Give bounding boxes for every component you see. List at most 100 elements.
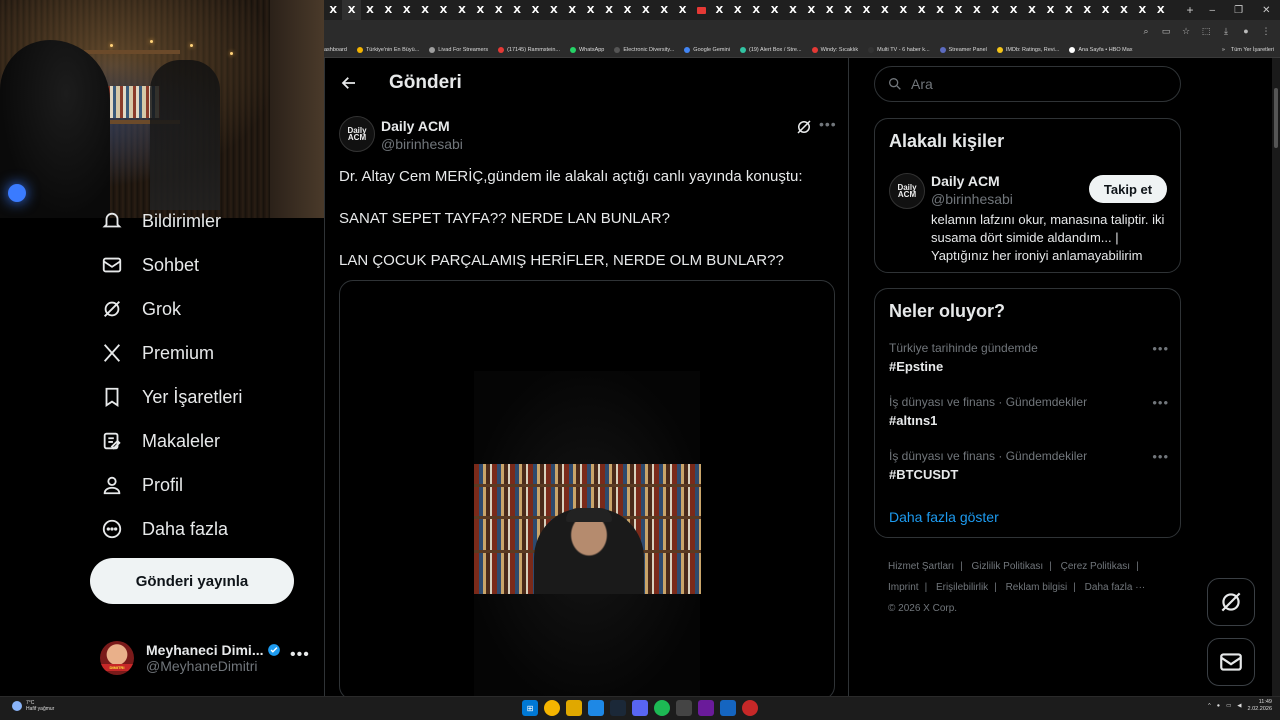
clock[interactable]: 11:49 2.02.2026	[1248, 699, 1272, 713]
nav-item-more[interactable]: Daha fazla	[100, 512, 228, 546]
trend-more-icon[interactable]: •••	[1152, 341, 1169, 356]
nav-item-bookmarks[interactable]: Yer İşaretleri	[100, 380, 242, 414]
grok-icon[interactable]	[795, 118, 813, 141]
bookmark-item[interactable]: IMDb: Ratings, Revi...	[996, 46, 1059, 53]
browser-tab[interactable]: X	[508, 0, 526, 20]
menu-icon[interactable]: ⋮	[1260, 25, 1272, 37]
account-switcher[interactable]: DIMITRI Meyhaneci Dimi... @MeyhaneDimitr…	[100, 638, 310, 678]
nav-item-profile[interactable]: Profil	[100, 468, 183, 502]
account-more-icon[interactable]: •••	[290, 646, 310, 664]
browser-tab[interactable]: X	[1096, 0, 1114, 20]
browser-tab[interactable]: X	[637, 0, 655, 20]
browser-tab[interactable]: X	[581, 0, 599, 20]
bookmark-item[interactable]: Multi TV - 6 haber k...	[868, 46, 930, 53]
browser-tab[interactable]: X	[857, 0, 875, 20]
post-button[interactable]: Gönderi yayınla	[90, 558, 294, 604]
browser-tab[interactable]: X	[398, 0, 416, 20]
footer-link[interactable]: Hizmet Şartları	[888, 561, 954, 572]
start-icon[interactable]: ⊞	[522, 700, 538, 716]
bookmark-item[interactable]: (19) Alert Box / Stre...	[739, 46, 802, 53]
browser-tab[interactable]: X	[1078, 0, 1096, 20]
follow-button[interactable]: Takip et	[1089, 175, 1167, 203]
post-author-handle[interactable]: @birinhesabi	[381, 136, 463, 152]
browser-tab[interactable]: X	[710, 0, 728, 20]
browser-tab[interactable]: X	[894, 0, 912, 20]
footer-link[interactable]: Daha fazla ···	[1085, 582, 1146, 593]
search-input[interactable]: Ara	[874, 66, 1181, 102]
browser-tab[interactable]: X	[839, 0, 857, 20]
browser-tab[interactable]: X	[876, 0, 894, 20]
nav-item-grok[interactable]: Grok	[100, 292, 181, 326]
browser-tab[interactable]: X	[453, 0, 471, 20]
post-more-icon[interactable]: •••	[819, 116, 837, 132]
browser-tab[interactable]: X	[342, 0, 361, 20]
browser-tab[interactable]: X	[361, 0, 379, 20]
bookmark-item[interactable]: Streamer Panel	[939, 46, 987, 53]
browser-tab[interactable]: X	[324, 0, 342, 20]
browser-tab[interactable]: X	[765, 0, 783, 20]
browser-tab[interactable]: X	[618, 0, 636, 20]
close-window-icon[interactable]: ✕	[1262, 5, 1270, 16]
browser-tab[interactable]: X	[747, 0, 765, 20]
app-icon[interactable]	[698, 700, 714, 716]
chrome-icon[interactable]	[544, 700, 560, 716]
browser-tab[interactable]: X	[968, 0, 986, 20]
all-bookmarks[interactable]: » Tüm Yer İşaretleri	[1222, 47, 1280, 53]
related-name[interactable]: Daily ACM	[931, 173, 1000, 189]
browser-tab[interactable]: X	[1041, 0, 1059, 20]
browser-tab[interactable]: X	[1023, 0, 1041, 20]
cast-icon[interactable]: ▭	[1160, 25, 1172, 37]
trend-item[interactable]: Türkiye tarihinde gündemde #Epstine •••	[889, 341, 1169, 374]
bookmark-item[interactable]: Türkiye'nin En Büyü...	[356, 46, 419, 53]
scrollbar-thumb[interactable]	[1274, 88, 1278, 148]
browser-tab[interactable]: X	[1152, 0, 1170, 20]
browser-tab[interactable]: X	[949, 0, 967, 20]
post-video[interactable]	[339, 280, 835, 700]
bookmark-item[interactable]: Google Gemini	[684, 46, 730, 53]
chevron-right-icon[interactable]: »	[1222, 47, 1225, 53]
folder-icon[interactable]	[566, 700, 582, 716]
browser-tab[interactable]: X	[416, 0, 434, 20]
post-author-name[interactable]: Daily ACM	[381, 118, 450, 134]
download-icon[interactable]: ⤓	[1220, 25, 1232, 37]
app-icon[interactable]	[588, 700, 604, 716]
footer-link[interactable]: Çerez Politikası	[1061, 561, 1130, 572]
trend-more-icon[interactable]: •••	[1152, 395, 1169, 410]
trend-more-icon[interactable]: •••	[1152, 449, 1169, 464]
browser-tab[interactable]: X	[673, 0, 691, 20]
restore-icon[interactable]: ❐	[1234, 5, 1243, 16]
profile-icon[interactable]: ●	[1240, 25, 1252, 37]
browser-tab[interactable]: X	[526, 0, 544, 20]
browser-tab[interactable]: X	[1004, 0, 1022, 20]
browser-tab[interactable]: X	[600, 0, 618, 20]
browser-tab[interactable]	[692, 0, 710, 20]
browser-tab[interactable]: X	[784, 0, 802, 20]
browser-tab[interactable]: X	[1060, 0, 1078, 20]
browser-tab[interactable]: X	[802, 0, 820, 20]
browser-tab[interactable]: X	[471, 0, 489, 20]
related-avatar[interactable]: Daily ACM	[889, 173, 925, 209]
post-author-avatar[interactable]: Daily ACM	[339, 116, 375, 152]
back-arrow-icon[interactable]	[339, 73, 359, 93]
trend-item[interactable]: İş dünyası ve finans · Gündemdekiler #BT…	[889, 449, 1169, 482]
discord-icon[interactable]	[632, 700, 648, 716]
extensions-icon[interactable]: ⬚	[1200, 25, 1212, 37]
footer-link[interactable]: Reklam bilgisi	[1006, 582, 1068, 593]
steam-icon[interactable]	[610, 700, 626, 716]
chevron-up-icon[interactable]: ^	[1208, 703, 1211, 709]
footer-link[interactable]: Gizlilik Politikası	[972, 561, 1044, 572]
star-icon[interactable]: ☆	[1180, 25, 1192, 37]
app-icon[interactable]	[742, 700, 758, 716]
nav-item-premium[interactable]: Premium	[100, 336, 214, 370]
bookmark-item[interactable]: Livad For Streamers	[429, 46, 488, 53]
nav-item-notifications[interactable]: Bildirimler	[100, 204, 221, 238]
show-more-link[interactable]: Daha fazla göster	[889, 509, 999, 525]
browser-tab[interactable]: X	[655, 0, 673, 20]
bookmark-item[interactable]: WhatsApp	[569, 46, 604, 53]
related-handle[interactable]: @birinhesabi	[931, 191, 1013, 207]
grok-fab-button[interactable]	[1207, 578, 1255, 626]
app-icon[interactable]	[720, 700, 736, 716]
mic-icon[interactable]: ●	[1217, 703, 1220, 709]
app-icon[interactable]	[676, 700, 692, 716]
bookmark-item[interactable]: Electronic Diversity...	[614, 46, 674, 53]
